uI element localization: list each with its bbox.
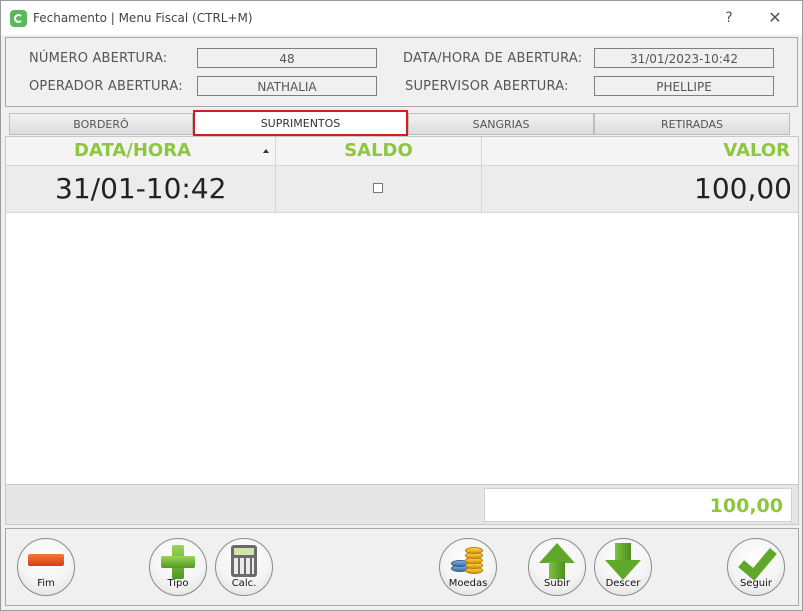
tab-suprimentos[interactable]: SUPRIMENTOS: [193, 110, 408, 136]
column-header-datahora[interactable]: DATA/HORA: [6, 137, 276, 165]
operador-abertura-label: OPERADOR ABERTURA:: [29, 79, 183, 94]
grid-header: DATA/HORA SALDO VALOR: [6, 137, 798, 166]
opening-info-panel: NÚMERO ABERTURA: 48 DATA/HORA DE ABERTUR…: [5, 37, 798, 107]
seguir-button[interactable]: Seguir: [727, 538, 785, 596]
tab-sangrias[interactable]: SANGRIAS: [408, 113, 594, 135]
calculator-icon: [231, 545, 257, 577]
column-header-saldo[interactable]: SALDO: [276, 137, 482, 165]
close-button[interactable]: ✕: [761, 7, 789, 29]
suprimentos-grid: DATA/HORA SALDO VALOR 31/01-10:42 100,00: [5, 136, 799, 485]
cell-valor: 100,00: [694, 172, 792, 205]
checkmark-icon: [738, 543, 774, 579]
tab-bordero[interactable]: BORDERÔ: [9, 113, 193, 135]
tipo-button[interactable]: Tipo: [149, 538, 207, 596]
arrow-up-icon: [539, 543, 575, 581]
tab-strip: BORDERÔ SUPRIMENTOS SANGRIAS RETIRADAS: [5, 110, 800, 136]
calc-button[interactable]: Calc.: [215, 538, 273, 596]
descer-button[interactable]: Descer: [594, 538, 652, 596]
action-button-bar: Fim Tipo Calc. Moedas Subir Descer Segui…: [5, 528, 799, 606]
saldo-checkbox[interactable]: [373, 183, 383, 193]
datahora-abertura-field: 31/01/2023-10:42: [594, 48, 774, 68]
moedas-button[interactable]: Moedas: [439, 538, 497, 596]
cell-datahora: 31/01-10:42: [6, 166, 276, 212]
subir-button[interactable]: Subir: [528, 538, 586, 596]
help-button[interactable]: ?: [715, 7, 743, 29]
column-header-valor[interactable]: VALOR: [482, 137, 798, 165]
title-bar: Fechamento | Menu Fiscal (CTRL+M) ? ✕: [1, 1, 802, 35]
supervisor-abertura-field: PHELLIPE: [594, 76, 774, 96]
datahora-abertura-label: DATA/HORA DE ABERTURA:: [403, 51, 583, 66]
total-value: 100,00: [484, 488, 792, 522]
grid-footer: 100,00: [5, 485, 799, 525]
tab-retiradas[interactable]: RETIRADAS: [594, 113, 790, 135]
fim-button[interactable]: Fim: [17, 538, 75, 596]
supervisor-abertura-label: SUPERVISOR ABERTURA:: [405, 79, 569, 94]
operador-abertura-field: NATHALIA: [197, 76, 377, 96]
fechamento-window: Fechamento | Menu Fiscal (CTRL+M) ? ✕ NÚ…: [0, 0, 803, 611]
table-row[interactable]: 31/01-10:42 100,00: [6, 166, 798, 213]
window-title: Fechamento | Menu Fiscal (CTRL+M): [33, 11, 253, 25]
numero-abertura-field: 48: [197, 48, 377, 68]
coins-icon: [451, 545, 485, 579]
sort-ascending-icon: [263, 149, 269, 153]
plus-icon: [161, 545, 195, 579]
numero-abertura-label: NÚMERO ABERTURA:: [29, 51, 168, 66]
minus-icon: [28, 554, 64, 566]
app-logo-icon: [10, 10, 27, 27]
arrow-down-icon: [605, 543, 641, 581]
